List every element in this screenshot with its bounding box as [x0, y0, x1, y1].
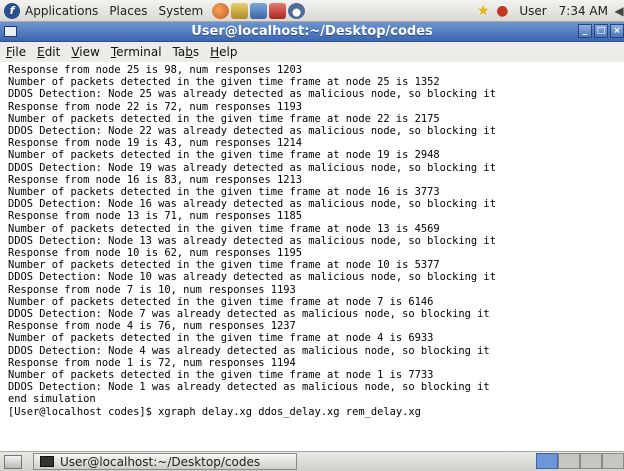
- terminal-output[interactable]: Response from node 25 is 98, num respons…: [0, 62, 624, 451]
- terminal-line: Number of packets detected in the given …: [8, 369, 434, 382]
- places-menu[interactable]: Places: [109, 4, 147, 18]
- taskbar-label: User@localhost:~/Desktop/codes: [60, 454, 261, 469]
- bottom-panel: User@localhost:~/Desktop/codes: [0, 451, 624, 471]
- terminal-line: DDOS Detection: Node 10 was already dete…: [8, 271, 496, 284]
- window-controls: _ □ ×: [578, 24, 624, 38]
- menu-view[interactable]: View: [71, 45, 99, 59]
- titlebar[interactable]: User@localhost:~/Desktop/codes _ □ ×: [0, 22, 624, 42]
- terminal-line: DDOS Detection: Node 16 was already dete…: [8, 198, 496, 211]
- terminal-line: Response from node 4 is 76, num response…: [8, 320, 296, 333]
- workspace-1[interactable]: [536, 453, 558, 469]
- terminal-line: DDOS Detection: Node 22 was already dete…: [8, 125, 496, 138]
- terminal-line: [User@localhost codes]$ xgraph delay.xg …: [8, 405, 421, 418]
- terminal-line: Number of packets detected in the given …: [8, 222, 440, 235]
- clock[interactable]: 7:34 AM: [559, 4, 608, 18]
- menu-edit[interactable]: Edit: [37, 45, 60, 59]
- terminal-line: DDOS Detection: Node 25 was already dete…: [8, 88, 496, 101]
- terminal-line: Response from node 10 is 62, num respons…: [8, 247, 303, 260]
- terminal-line: Number of packets detected in the given …: [8, 259, 440, 272]
- terminal-line: Number of packets detected in the given …: [8, 295, 434, 308]
- applications-menu[interactable]: Applications: [25, 4, 98, 18]
- network-icon[interactable]: [250, 2, 268, 19]
- workspace-3[interactable]: [580, 453, 602, 469]
- workspace-2[interactable]: [558, 453, 580, 469]
- terminal-line: Number of packets detected in the given …: [8, 149, 440, 162]
- menu-terminal[interactable]: Terminal: [111, 45, 162, 59]
- show-desktop-icon[interactable]: [4, 454, 22, 469]
- window-menu-icon[interactable]: [4, 26, 17, 37]
- system-menu[interactable]: System: [158, 4, 203, 18]
- firefox-icon[interactable]: [212, 2, 230, 19]
- menu-tabs[interactable]: Tabs: [173, 45, 200, 59]
- system-tray: ★ ● User 7:34 AM ◀: [475, 0, 624, 22]
- terminal-line: Number of packets detected in the given …: [8, 186, 440, 199]
- helper-icon[interactable]: [288, 2, 306, 19]
- terminal-line: Response from node 16 is 83, num respons…: [8, 173, 303, 186]
- terminal-line: Number of packets detected in the given …: [8, 76, 440, 89]
- menu-help[interactable]: Help: [210, 45, 237, 59]
- terminal-line: Number of packets detected in the given …: [8, 112, 440, 125]
- terminal-icon: [40, 456, 54, 467]
- terminal-line: Response from node 7 is 10, num response…: [8, 283, 296, 296]
- fedora-logo-icon[interactable]: f: [4, 2, 20, 19]
- launcher-bar: [212, 2, 306, 19]
- window-title: User@localhost:~/Desktop/codes: [191, 24, 433, 39]
- evolution-icon[interactable]: [231, 2, 249, 19]
- terminal-line: Response from node 1 is 72, num response…: [8, 356, 296, 369]
- workspace-switcher: [536, 453, 624, 469]
- terminal-line: DDOS Detection: Node 19 was already dete…: [8, 161, 496, 174]
- terminal-line: end simulation: [8, 393, 96, 406]
- terminal-line: Response from node 19 is 43, num respons…: [8, 137, 303, 150]
- close-icon[interactable]: ×: [610, 24, 624, 38]
- volume-icon[interactable]: ◀: [614, 3, 624, 19]
- redhat-icon[interactable]: [269, 2, 287, 19]
- user-switcher[interactable]: User: [519, 4, 546, 18]
- star-icon[interactable]: ★: [475, 3, 491, 19]
- minimize-icon[interactable]: _: [578, 24, 592, 38]
- workspace-4[interactable]: [602, 453, 624, 469]
- terminal-window: User@localhost:~/Desktop/codes _ □ × Fil…: [0, 22, 624, 451]
- terminal-line: Response from node 25 is 98, num respons…: [8, 64, 303, 76]
- maximize-icon[interactable]: □: [594, 24, 608, 38]
- update-icon[interactable]: ●: [494, 3, 510, 19]
- terminal-line: Response from node 22 is 72, num respons…: [8, 100, 303, 113]
- terminal-line: DDOS Detection: Node 1 was already detec…: [8, 381, 490, 394]
- menu-file[interactable]: File: [6, 45, 26, 59]
- terminal-line: DDOS Detection: Node 13 was already dete…: [8, 234, 496, 247]
- terminal-line: Number of packets detected in the given …: [8, 332, 434, 345]
- terminal-line: DDOS Detection: Node 7 was already detec…: [8, 308, 490, 321]
- terminal-line: DDOS Detection: Node 4 was already detec…: [8, 344, 490, 357]
- menubar: File Edit View Terminal Tabs Help: [0, 42, 624, 63]
- terminal-line: Response from node 13 is 71, num respons…: [8, 210, 303, 223]
- taskbar-terminal-button[interactable]: User@localhost:~/Desktop/codes: [33, 453, 297, 470]
- top-panel: f Applications Places System ★ ● User 7:…: [0, 0, 624, 22]
